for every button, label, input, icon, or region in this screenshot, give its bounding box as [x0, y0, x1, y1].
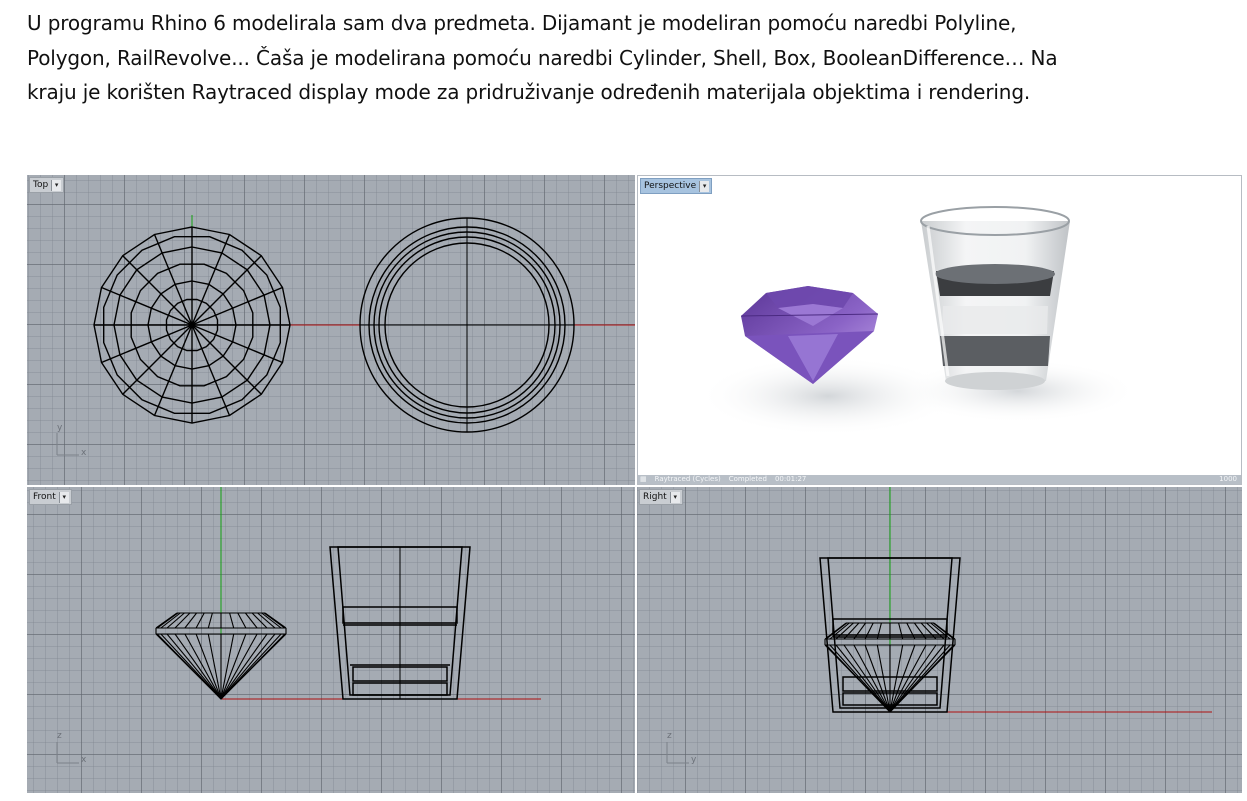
top-view-geometry [56, 215, 635, 456]
chevron-down-icon[interactable]: ▾ [669, 491, 680, 503]
gizmo-label-b: x [81, 755, 87, 765]
gizmo-label-b: y [691, 755, 697, 765]
chevron-down-icon[interactable]: ▾ [58, 491, 69, 503]
axis-gizmo [56, 433, 79, 456]
gizmo-label-a: z [667, 731, 672, 741]
gizmo-label-b: x [81, 448, 87, 458]
viewport-top[interactable]: y x Top ▾ [27, 175, 635, 485]
axis-gizmo [666, 742, 689, 764]
viewport-tab-right[interactable]: Right ▾ [639, 489, 683, 505]
rendered-glass [920, 206, 1070, 390]
diamond-front-wireframe [155, 612, 287, 700]
viewport-label: Front [33, 492, 56, 502]
viewport-perspective[interactable]: Perspective ▾ ▦ Raytraced (Cycles) Compl… [637, 175, 1242, 485]
viewport-label: Right [643, 492, 667, 502]
diamond-top-wireframe [93, 226, 291, 424]
render-state: Completed [728, 475, 767, 483]
axis-gizmo [56, 742, 79, 764]
viewport-tab-perspective[interactable]: Perspective ▾ [640, 178, 713, 194]
render-time: 00:01:27 [774, 475, 807, 483]
gizmo-label-a: z [57, 731, 62, 741]
gizmo-label-a: y [57, 423, 63, 433]
viewport-right[interactable]: z y Right ▾ [637, 487, 1242, 793]
right-view-geometry [666, 487, 1212, 764]
glass-top-wireframe [359, 217, 575, 433]
front-view-geometry [56, 487, 541, 764]
render-image [698, 206, 1138, 436]
viewport-label: Perspective [644, 181, 697, 191]
viewport-tab-top[interactable]: Top ▾ [29, 177, 65, 193]
viewport-label: Top [33, 180, 49, 190]
chevron-down-icon[interactable]: ▾ [51, 179, 62, 191]
chevron-down-icon[interactable]: ▾ [699, 180, 710, 192]
render-mode: Raytraced (Cycles) [654, 475, 721, 483]
glass-front-wireframe [329, 546, 471, 700]
viewport-front[interactable]: z x Front ▾ [27, 487, 635, 793]
render-icon: ▦ [640, 475, 647, 483]
intro-line-3: kraju je korišten Raytraced display mode… [27, 80, 1031, 104]
render-samples: 1000 [1219, 475, 1237, 483]
intro-line-1: U programu Rhino 6 modelirala sam dva pr… [27, 11, 1017, 35]
intro-line-2: Polygon, RailRevolve... Čaša je modelira… [27, 45, 1058, 70]
viewport-tab-front[interactable]: Front ▾ [29, 489, 72, 505]
render-status-bar: ▦ Raytraced (Cycles) Completed 00:01:27 … [638, 475, 1241, 484]
intro-paragraph: U programu Rhino 6 modelirala sam dva pr… [27, 6, 1227, 110]
